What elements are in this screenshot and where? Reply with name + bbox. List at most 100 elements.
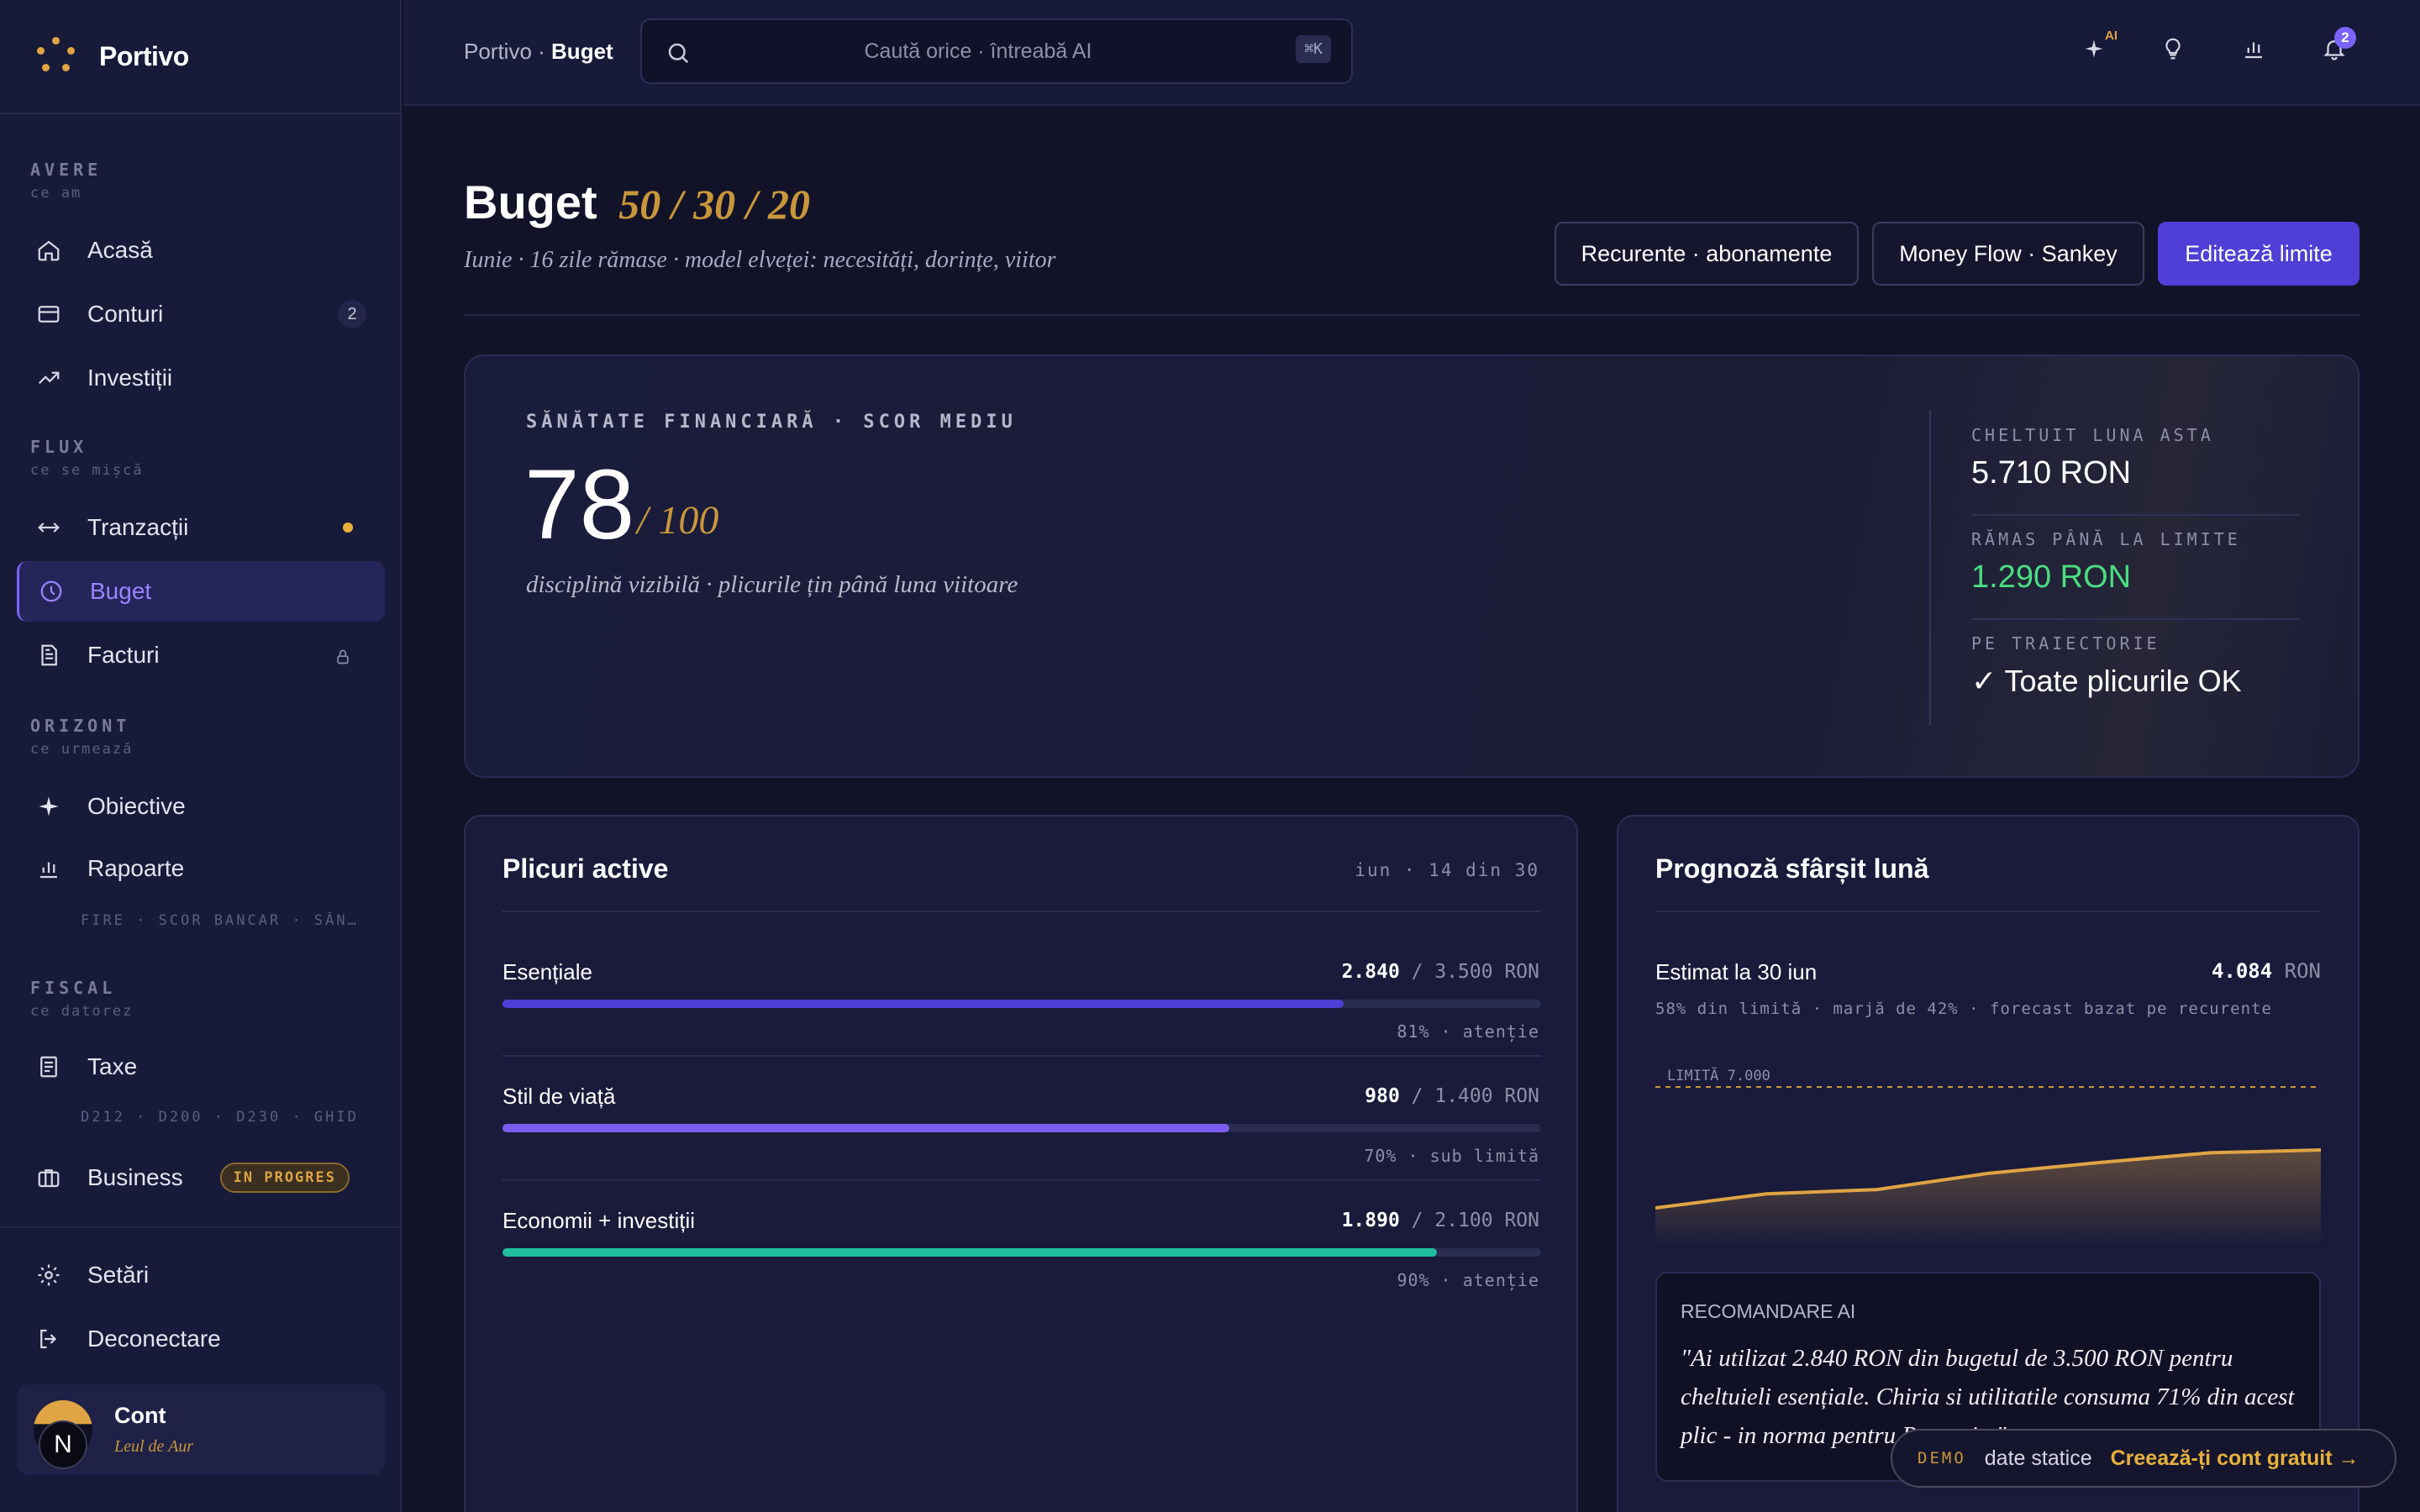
envelope-status: 81% · atenție <box>1397 1021 1539 1042</box>
card-divider <box>502 911 1541 912</box>
envelope-limit: / 1.400 RON <box>1411 1085 1539 1107</box>
sidebar-item-label: Rapoarte <box>87 855 185 881</box>
section-flux: FLUX ce se mișcă <box>0 437 144 479</box>
section-orizont: ORIZONT ce urmează <box>0 716 133 758</box>
sidebar-item-buget[interactable]: Buget <box>17 561 385 622</box>
limit-label: LIMITĂ 7.000 <box>1667 1066 1770 1084</box>
kpi-divider <box>1971 618 2299 620</box>
brand-name: Portivo <box>99 40 189 71</box>
card-icon <box>35 301 62 328</box>
demo-tag: DEMO <box>1918 1449 1966 1467</box>
breadcrumb-current: Buget <box>551 39 613 64</box>
search-icon <box>666 40 691 70</box>
sidebar-item-acasa[interactable]: Acasă <box>17 220 385 281</box>
envelope-amount: 1.890 / 2.100 RON <box>1342 1210 1539 1231</box>
section-subtitle: ce am <box>30 185 82 202</box>
create-account-link[interactable]: Creează-ți cont gratuit → <box>2111 1446 2360 1471</box>
search-input[interactable] <box>709 26 1247 76</box>
budget-model: 50 / 30 / 20 <box>618 181 811 228</box>
card-divider <box>502 1055 1541 1057</box>
notifications-button[interactable]: 2 <box>2316 27 2356 69</box>
gear-icon <box>35 1262 62 1289</box>
health-score: 78 <box>524 449 635 560</box>
search-box[interactable]: ⌘K <box>640 18 1353 84</box>
status-badge: IN PROGRES <box>219 1163 350 1193</box>
section-title: ORIZONT <box>30 716 131 736</box>
sidebar-item-business[interactable]: Business IN PROGRES <box>17 1147 385 1208</box>
envelope-progress-track <box>502 1124 1541 1132</box>
demo-banner[interactable]: DEMO date statice Creează-ți cont gratui… <box>1891 1429 2396 1488</box>
envelope-amount: 980 / 1.400 RON <box>1365 1085 1539 1107</box>
kpi-label: PE TRAIECTORIE <box>1971 633 2160 654</box>
header-divider <box>464 314 2360 316</box>
sidebar-item-obiective[interactable]: Obiective <box>17 776 385 837</box>
envelope-limit: / 2.100 RON <box>1411 1210 1539 1231</box>
sidebar-item-label: Tranzacții <box>87 514 189 540</box>
sidebar-divider <box>0 1226 402 1228</box>
sidebar-item-label: Investiții <box>87 365 173 391</box>
shortcut-hint: ⌘K <box>1296 35 1331 63</box>
kpi-remaining: RĂMAS PÂNĂ LA LIMITE 1.290 RON <box>1971 529 2299 596</box>
brand[interactable]: Portivo <box>0 0 400 114</box>
section-subtitle: ce se mișcă <box>30 462 144 479</box>
page-title: Buget 50 / 30 / 20 <box>464 175 810 229</box>
sidebar-item-facturi[interactable]: Facturi <box>17 625 385 685</box>
sidebar-item-investitii[interactable]: Investiții <box>17 348 385 408</box>
sidebar-item-deconectare[interactable]: Deconectare <box>17 1309 385 1369</box>
account-subtitle: Leul de Aur <box>114 1437 194 1456</box>
sidebar-item-tranzactii[interactable]: Tranzacții <box>17 497 385 558</box>
account-name: Cont <box>114 1403 166 1428</box>
sidebar: Portivo AVERE ce am Acasă Conturi 2 Inve… <box>0 0 402 1512</box>
insights-button[interactable] <box>2154 32 2191 69</box>
ai-sparkle-button[interactable]: AI <box>2075 29 2118 69</box>
page-subtitle: Iunie · 16 zile rămase · model elveței: … <box>464 247 1056 273</box>
recommendation-title: RECOMANDARE AI <box>1681 1300 1856 1322</box>
receipt-icon <box>35 1053 62 1080</box>
sidebar-item-conturi[interactable]: Conturi 2 <box>17 284 385 344</box>
count-badge: 2 <box>338 300 366 328</box>
edit-limits-button[interactable]: Editează limite <box>2158 222 2360 286</box>
arrows-horizontal-icon <box>35 514 62 541</box>
main-content: Buget 50 / 30 / 20 Iunie · 16 zile rămas… <box>403 108 2420 1512</box>
envelope-status: 90% · atenție <box>1397 1270 1539 1290</box>
sidebar-item-label: Business <box>87 1164 183 1190</box>
lock-icon <box>334 645 351 672</box>
sidebar-item-rapoarte[interactable]: Rapoarte <box>17 838 385 899</box>
envelope-amount: 2.840 / 3.500 RON <box>1342 961 1539 983</box>
section-subtitle: ce urmează <box>30 741 134 758</box>
portivo-logo-icon <box>37 37 76 76</box>
reports-button[interactable] <box>2235 32 2272 69</box>
forecast-subtitle: 58% din limită · marjă de 42% · forecast… <box>1655 1000 2272 1018</box>
taxe-subnote: D212 · D200 · D230 · GHID <box>81 1109 359 1126</box>
envelope-spent: 1.890 <box>1341 1210 1400 1231</box>
trend-up-icon <box>35 365 62 391</box>
envelope-status: 70% · sub limită <box>1364 1146 1539 1166</box>
sidebar-item-label: Deconectare <box>87 1326 221 1352</box>
recurring-button[interactable]: Recurente · abonamente <box>1555 222 1859 286</box>
envelope-progress-fill <box>502 1124 1230 1132</box>
card-divider <box>502 1179 1541 1181</box>
health-score-max: / 100 <box>637 498 719 543</box>
money-flow-button[interactable]: Money Flow · Sankey <box>1872 222 2144 286</box>
section-avere: AVERE ce am <box>0 160 102 202</box>
sidebar-item-label: Taxe <box>87 1053 138 1079</box>
breadcrumb-root[interactable]: Portivo <box>464 39 532 64</box>
section-title: FISCAL <box>30 978 117 998</box>
envelope-spent: 980 <box>1365 1085 1400 1107</box>
document-icon <box>35 642 62 669</box>
account-card[interactable]: N Cont Leul de Aur <box>17 1384 385 1475</box>
envelope-progress-track <box>502 1000 1541 1008</box>
bar-chart-icon <box>2241 36 2266 66</box>
avatar-initial: N <box>39 1420 87 1469</box>
section-title: FLUX <box>30 437 88 457</box>
envelope-progress-fill <box>502 1000 1344 1008</box>
forecast-card: Prognoză sfârșit lună Estimat la 30 iun … <box>1617 815 2360 1512</box>
kpi-value: 1.290 RON <box>1971 559 2132 595</box>
sidebar-item-label: Buget <box>90 578 152 604</box>
card-title: Plicuri active <box>502 853 669 884</box>
section-subtitle: ce datorez <box>30 1003 134 1020</box>
sidebar-item-taxe[interactable]: Taxe <box>17 1037 385 1097</box>
envelope-name: Economii + investiții <box>502 1208 696 1233</box>
sidebar-item-setari[interactable]: Setări <box>17 1245 385 1305</box>
kpi-value: 5.710 RON <box>1971 455 2132 491</box>
